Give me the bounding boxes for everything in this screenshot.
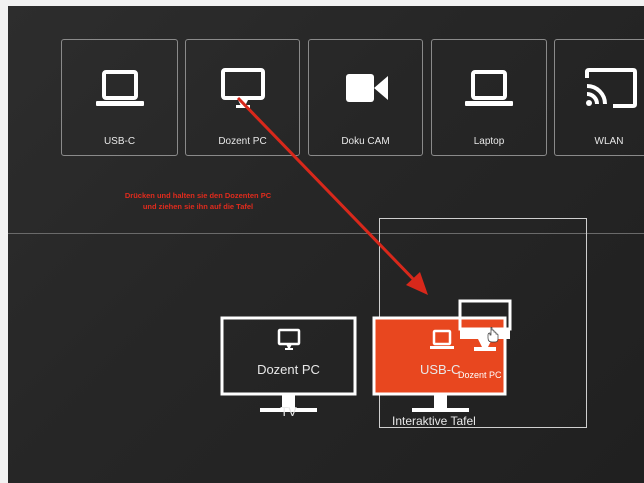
control-panel-screen: USB-C Dozent PC Doku CAM Laptop WLAN Drü… [8, 6, 644, 483]
source-tile-usb-c[interactable]: USB-C [61, 39, 178, 156]
cursor-hand-icon [486, 326, 500, 348]
display-tv[interactable]: Dozent PC TV [220, 316, 357, 419]
dragged-source-ghost[interactable]: Dozent PC [458, 299, 518, 380]
source-tile-doku-cam[interactable]: Doku CAM [308, 39, 423, 156]
dragged-source-label: Dozent PC [458, 370, 502, 380]
laptop-icon [432, 66, 546, 116]
hint-line-1: Drücken und halten sie den Dozenten PC [124, 191, 272, 200]
tafel-source-label: USB-C [420, 362, 461, 377]
source-label: USB-C [103, 136, 136, 147]
source-label: Doku CAM [341, 136, 390, 147]
hint-line-2: und ziehen sie ihn auf die Tafel [142, 202, 254, 211]
tv-source-label: Dozent PC [257, 362, 320, 377]
source-tile-dozent-pc[interactable]: Dozent PC [185, 39, 300, 156]
laptop-icon [428, 329, 456, 356]
tafel-name-label: Interaktive Tafel [392, 414, 476, 428]
cast-icon [555, 66, 644, 116]
source-tile-wlan[interactable]: WLAN [554, 39, 644, 156]
source-label: Dozent PC [218, 136, 267, 147]
laptop-icon [62, 66, 177, 116]
camera-icon [309, 66, 422, 116]
tv-name-label: TV [280, 404, 297, 419]
source-tile-laptop[interactable]: Laptop [431, 39, 547, 156]
monitor-icon [277, 328, 301, 357]
monitor-icon [186, 66, 299, 116]
source-label: WLAN [594, 136, 624, 147]
drag-instruction-text: Drücken und halten sie den Dozenten PC u… [78, 190, 318, 212]
source-label: Laptop [473, 136, 505, 147]
